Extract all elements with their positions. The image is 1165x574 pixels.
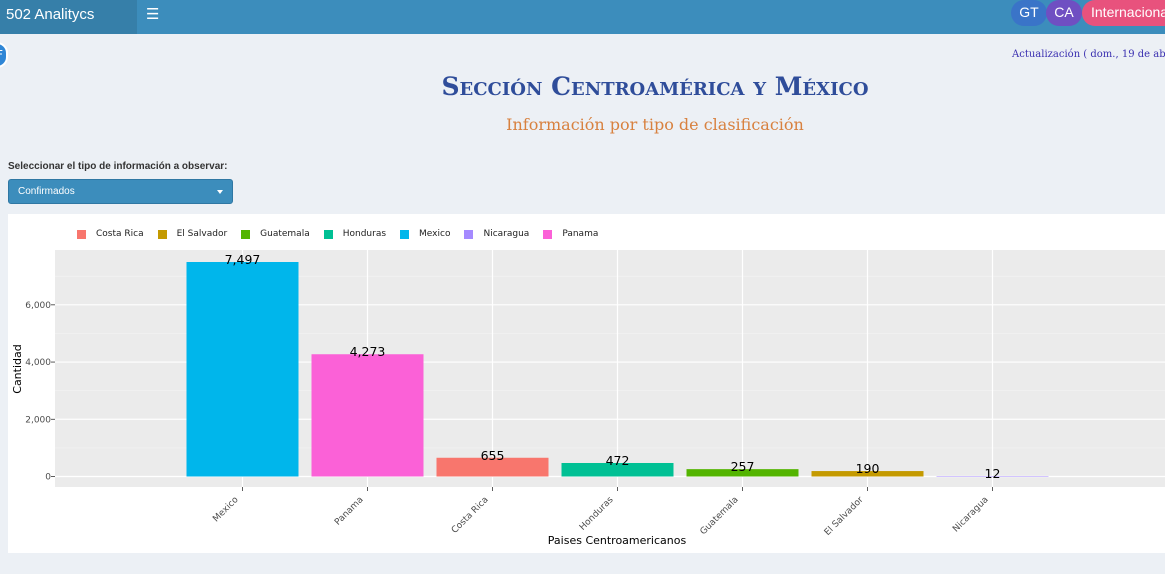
legend-swatch <box>400 229 410 239</box>
gt-button[interactable]: GT <box>1011 0 1047 26</box>
legend-item[interactable]: Costa Rica <box>77 229 144 239</box>
ca-button[interactable]: CA <box>1046 0 1082 26</box>
legend-item[interactable]: Mexico <box>400 229 450 239</box>
legend-item[interactable]: Nicaragua <box>464 229 529 239</box>
legend-swatch <box>77 229 86 239</box>
chart-panel <box>8 214 1165 553</box>
page-title: Sección Centroamérica y México <box>441 72 869 101</box>
legend-item[interactable]: Honduras <box>323 229 387 239</box>
legend-item[interactable]: Panama <box>543 229 598 239</box>
legend-label: Panama <box>562 229 599 239</box>
legend-label: Nicaragua <box>483 229 530 239</box>
legend-swatch <box>543 229 553 239</box>
legend-swatch <box>464 229 474 239</box>
selector-label: Seleccionar el tipo de información a obs… <box>8 161 228 172</box>
chart-legend: Costa Rica El Salvador Guatemala Honduras Me… <box>77 227 612 241</box>
floating-action-button[interactable]: F <box>0 42 8 68</box>
legend-swatch <box>323 229 333 239</box>
legend-swatch <box>157 229 167 239</box>
legend-label: Honduras <box>342 229 387 239</box>
legend-item[interactable]: Guatemala <box>241 229 310 239</box>
legend-swatch <box>241 229 251 239</box>
chevron-down-icon <box>217 190 223 194</box>
update-timestamp: Actualización ( dom., 19 de abril <box>1012 49 1165 60</box>
brand-logo[interactable]: 502 Analitycs <box>0 0 137 34</box>
legend-label: El Salvador <box>176 229 228 239</box>
top-navbar: 502 Analitycs ☰ GT CA Internacional <box>0 0 1165 34</box>
internacional-button[interactable]: Internacional <box>1082 0 1165 26</box>
legend-label: Mexico <box>419 229 451 239</box>
legend-label: Guatemala <box>260 229 310 239</box>
legend-item[interactable]: El Salvador <box>157 229 228 239</box>
select-value: Confirmados <box>18 186 75 197</box>
info-type-select[interactable]: Confirmados <box>8 179 233 204</box>
page-subtitle: Información por tipo de clasificación <box>506 115 804 134</box>
legend-label: Costa Rica <box>96 229 144 239</box>
hamburger-icon[interactable]: ☰ <box>146 5 159 23</box>
